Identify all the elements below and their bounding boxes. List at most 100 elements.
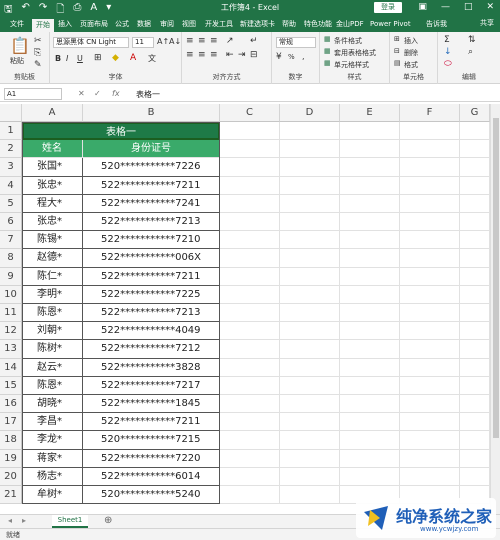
middle-align-icon[interactable]: ≡ — [198, 36, 206, 46]
grid-cell[interactable] — [280, 340, 340, 359]
align-right-icon[interactable]: ≡ — [210, 50, 218, 60]
shrink-font-icon[interactable]: A↓ — [169, 37, 181, 46]
align-center-icon[interactable]: ≡ — [198, 50, 206, 60]
worksheet-grid[interactable]: A B C D E F G 1 2 姓名 身份证号 3 张国* 520***********7226 4 张忠… — [0, 104, 490, 514]
orientation-icon[interactable]: ↗ — [226, 36, 234, 46]
row-header[interactable]: 5 — [0, 194, 22, 213]
grid-cell[interactable] — [400, 285, 460, 304]
grid-cell[interactable] — [340, 176, 400, 195]
tab-home[interactable]: 开始 — [32, 19, 54, 32]
grid-cell[interactable] — [280, 140, 340, 159]
grid-cell[interactable] — [280, 249, 340, 268]
grid-cell[interactable] — [460, 249, 490, 268]
grid-cell[interactable] — [400, 267, 460, 286]
italic-button[interactable]: I — [66, 54, 68, 63]
grid-cell[interactable] — [340, 358, 400, 377]
bold-button[interactable]: B — [55, 54, 61, 63]
formula-input[interactable]: 表格一 — [136, 89, 160, 100]
row-header[interactable]: 16 — [0, 395, 22, 414]
decrease-indent-icon[interactable]: ⇤ — [226, 50, 234, 60]
row-header[interactable]: 19 — [0, 449, 22, 468]
paste-button[interactable]: 粘贴 — [10, 56, 24, 66]
row-header[interactable]: 20 — [0, 467, 22, 486]
grid-cell[interactable] — [340, 467, 400, 486]
format-painter-icon[interactable]: ✎ — [34, 60, 42, 70]
row-header[interactable]: 9 — [0, 267, 22, 286]
bottom-align-icon[interactable]: ≡ — [210, 36, 218, 46]
grid-cell[interactable] — [400, 358, 460, 377]
grid-cell[interactable] — [340, 431, 400, 450]
cell-style-button[interactable]: 单元格样式 — [334, 60, 369, 70]
grid-cell[interactable] — [220, 176, 280, 195]
grid-cell[interactable] — [340, 267, 400, 286]
font-color-button-icon[interactable]: A — [130, 53, 136, 63]
row-header[interactable]: 8 — [0, 249, 22, 268]
grid-cell[interactable] — [220, 194, 280, 213]
number-format-select[interactable]: 常规 — [276, 37, 316, 48]
row-header[interactable]: 3 — [0, 158, 22, 177]
insert-function-icon[interactable]: fx — [112, 89, 120, 98]
grid-cell[interactable] — [340, 304, 400, 323]
merge-center-icon[interactable]: ⊟ — [250, 50, 258, 60]
grid-cell[interactable] — [280, 322, 340, 341]
grid-cell[interactable] — [340, 231, 400, 250]
grid-cell[interactable] — [340, 213, 400, 232]
align-left-icon[interactable]: ≡ — [186, 50, 194, 60]
grid-cell[interactable] — [400, 340, 460, 359]
grid-cell[interactable] — [220, 340, 280, 359]
grid-cell[interactable] — [460, 213, 490, 232]
grid-cell[interactable] — [400, 194, 460, 213]
column-header[interactable]: A — [22, 104, 83, 122]
copy-icon[interactable]: ⎘ — [34, 48, 41, 58]
grid-cell[interactable] — [280, 376, 340, 395]
tab-kingsoft-pdf[interactable]: 金山PDF — [336, 18, 364, 32]
column-header[interactable]: D — [280, 104, 340, 122]
grid-cell[interactable] — [220, 267, 280, 286]
grid-cell[interactable] — [460, 358, 490, 377]
column-header[interactable]: F — [400, 104, 460, 122]
paste-icon[interactable]: 📋 — [10, 36, 30, 55]
grid-cell[interactable] — [220, 486, 280, 505]
font-name-select[interactable]: 思源黑体 CN Light — [53, 37, 129, 48]
find-select-icon[interactable]: ⌕ — [468, 47, 473, 57]
border-icon[interactable]: ⊞ — [94, 53, 102, 63]
grid-cell[interactable] — [460, 285, 490, 304]
insert-cells-button[interactable]: 插入 — [404, 36, 418, 46]
select-all-corner[interactable] — [0, 104, 22, 122]
grid-cell[interactable] — [340, 249, 400, 268]
grid-cell[interactable] — [460, 267, 490, 286]
grid-cell[interactable] — [280, 122, 340, 141]
grid-cell[interactable] — [340, 140, 400, 159]
login-button[interactable]: 登录 — [374, 2, 402, 13]
row-header[interactable]: 21 — [0, 486, 22, 505]
grid-cell[interactable] — [400, 249, 460, 268]
tab-view[interactable]: 视图 — [182, 18, 196, 32]
grid-cell[interactable] — [460, 122, 490, 141]
row-header[interactable]: 1 — [0, 122, 22, 141]
grid-cell[interactable] — [280, 285, 340, 304]
grid-cell[interactable] — [220, 358, 280, 377]
grid-cell[interactable] — [400, 376, 460, 395]
row-header[interactable]: 4 — [0, 176, 22, 195]
grid-cell[interactable] — [340, 322, 400, 341]
tab-file[interactable]: 文件 — [10, 18, 24, 32]
autosum-icon[interactable]: Σ — [444, 35, 450, 45]
row-header[interactable]: 14 — [0, 358, 22, 377]
row-header[interactable]: 15 — [0, 376, 22, 395]
grid-cell[interactable] — [400, 431, 460, 450]
grid-cell[interactable] — [460, 176, 490, 195]
column-header[interactable]: B — [83, 104, 220, 122]
grid-cell[interactable] — [220, 467, 280, 486]
sheet-tab-sheet1[interactable]: Sheet1 — [52, 515, 88, 528]
grid-cell[interactable] — [400, 467, 460, 486]
next-sheet-icon[interactable]: ▸ — [22, 516, 26, 525]
vertical-scrollbar[interactable] — [490, 104, 500, 514]
grid-cell[interactable] — [400, 322, 460, 341]
grid-cell[interactable] — [220, 285, 280, 304]
row-header[interactable]: 11 — [0, 304, 22, 323]
grid-cell[interactable] — [340, 449, 400, 468]
grid-cell[interactable] — [220, 431, 280, 450]
grid-cell[interactable] — [400, 176, 460, 195]
sort-filter-icon[interactable]: ⇅ — [468, 35, 476, 45]
column-header[interactable]: C — [220, 104, 280, 122]
